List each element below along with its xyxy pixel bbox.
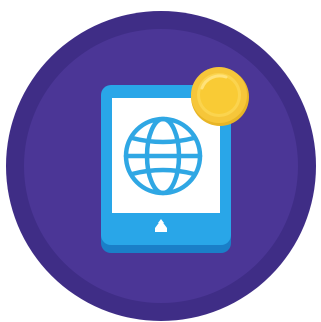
badge-illustration [0,0,321,322]
badge-svg [6,11,316,321]
